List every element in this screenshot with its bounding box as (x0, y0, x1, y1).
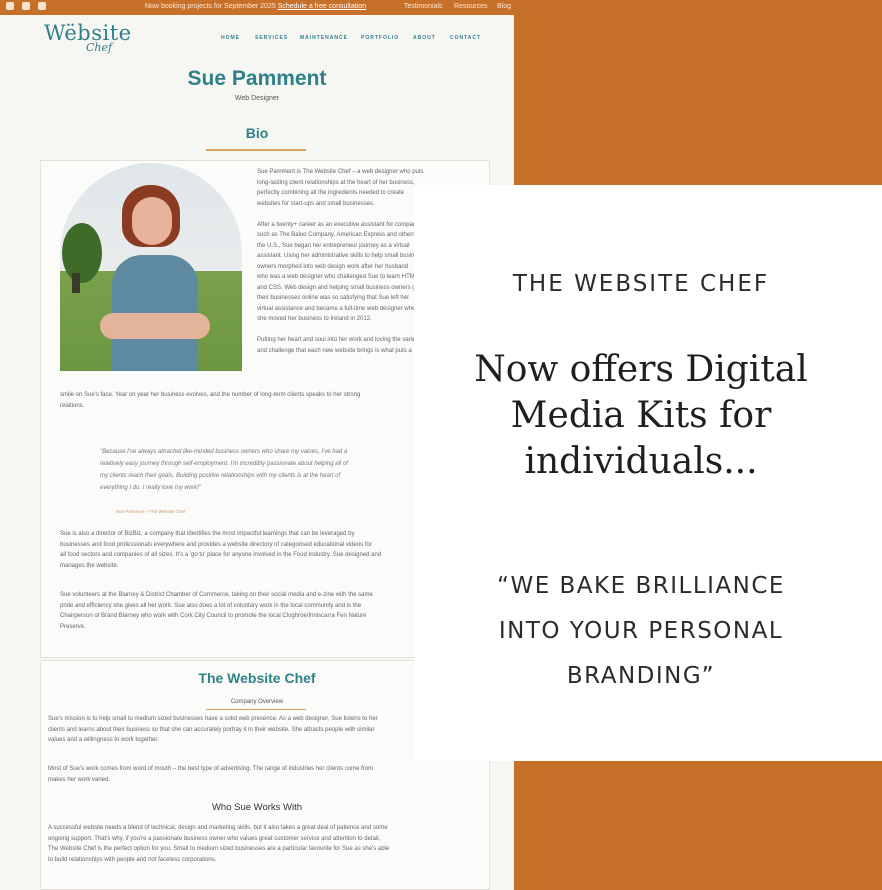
instagram-icon[interactable] (22, 2, 30, 10)
site-header: Wëbsite Chef HOME SERVICES MAINTENANCE P… (0, 15, 514, 55)
nav-maintenance[interactable]: MAINTENANCE (300, 35, 348, 41)
text-line: to build relationships with people and n… (48, 856, 217, 863)
text-line: virtual assistance and became a full-tim… (257, 305, 419, 312)
text-line: and CSS. Web design and helping small bu… (257, 284, 421, 291)
promo-graphic: Now booking projects for September 2025 … (0, 0, 882, 890)
text-line: Putting her heart and soul into her work… (257, 337, 421, 343)
text-line: Most of Sue's work comes from word of mo… (48, 766, 374, 772)
nav-portfolio[interactable]: PORTFOLIO (361, 35, 399, 41)
photo-tree (62, 223, 102, 283)
text-line: assistant. Using her administrative skil… (257, 253, 424, 259)
consultation-link[interactable]: Schedule a free consultation (278, 3, 366, 10)
who-heading: Who Sue Works With (211, 802, 303, 813)
photo-trunk (72, 273, 80, 293)
text-line: owners morphed into web design work afte… (257, 263, 409, 270)
text-line: she moved her business to Ireland in 201… (257, 316, 372, 322)
linkedin-icon[interactable] (38, 2, 46, 10)
text-line: The Website Chef is the perfect option f… (48, 846, 390, 852)
text-line: who was a web designer who challenged Su… (257, 274, 419, 280)
text-line: their businesses online was so satisfyin… (257, 295, 410, 301)
testimonial-quote: "Because I've always attracted like-mind… (100, 446, 430, 494)
card-headline: Now offers Digital Media Kits for indivi… (414, 347, 868, 485)
headline-line: Now offers Digital (474, 349, 808, 390)
nav-about[interactable]: ABOUT (413, 35, 436, 41)
heading-divider (206, 709, 306, 710)
card-tagline: “WE BAKE BRILLIANCE INTO YOUR PERSONAL B… (414, 564, 868, 699)
topbar-link-testimonials[interactable]: Testimonials (404, 0, 443, 13)
quote-line: my clients reach their goals. Building p… (100, 473, 341, 479)
bio-heading: Bio (245, 125, 269, 141)
nav-home[interactable]: HOME (221, 35, 240, 41)
site-logo-sub[interactable]: Chef (86, 41, 112, 54)
text-line: and challenge that each new website brin… (257, 347, 412, 354)
announcement-text: Now booking projects for September 2025 … (145, 0, 366, 13)
text-line: the U.S., Sue began her entrepreneur jou… (257, 242, 410, 249)
quote-line: relatively easy journey through self-emp… (100, 461, 348, 467)
facebook-icon[interactable] (6, 2, 14, 10)
page-title: Sue Pamment (187, 67, 327, 90)
topbar-link-resources[interactable]: Resources (454, 0, 487, 13)
tagline-line: BRANDING” (566, 663, 716, 689)
text-line: such as The Baloo Company, American Expr… (257, 232, 422, 238)
text-line: long-lasting client relationships at the… (257, 179, 415, 186)
profile-photo (60, 163, 242, 371)
nav-contact[interactable]: CONTACT (450, 35, 481, 41)
text-line: Sue Pamment is The Website Chef – a web … (257, 169, 424, 175)
photo-arms (100, 313, 210, 339)
card-brand: THE WEBSITE CHEF (512, 271, 770, 297)
announcement-label: Now booking projects for September 2025 (145, 3, 276, 10)
heading-divider (206, 149, 306, 151)
headline-line: Media Kits for (510, 395, 772, 436)
text-line: ongoing support. That's why, if you're a… (48, 835, 381, 842)
word-of-mouth-paragraph: Most of Sue's work comes from word of mo… (48, 764, 493, 785)
text-line: makes her work varied. (48, 776, 111, 783)
quote-citation: Sue Pamment – The Website Chef (116, 509, 186, 514)
announcement-bar: Now booking projects for September 2025 … (0, 0, 514, 15)
quote-line: "Because I've always attracted like-mind… (100, 449, 348, 455)
headline-line: individuals... (524, 441, 758, 482)
text-line: perfectly combining all the ingredients … (257, 190, 405, 196)
text-line: websites for start-ups and small busines… (257, 200, 375, 207)
page-subtitle: Web Designer (234, 95, 280, 102)
topbar-link-blog[interactable]: Blog (497, 0, 511, 13)
text-line: A successful website needs a blend of te… (48, 825, 388, 831)
tagline-line: INTO YOUR PERSONAL (498, 618, 784, 644)
photo-face (132, 197, 172, 245)
bio-right-text: Sue Pamment is The Website Chef – a web … (257, 167, 432, 356)
nav-services[interactable]: SERVICES (255, 35, 288, 41)
quote-line: everything I do. I really love my work!" (100, 485, 201, 491)
who-paragraph: A successful website needs a blend of te… (48, 823, 493, 865)
text-line: After a twenty+ career as an executive a… (257, 221, 424, 228)
tagline-line: “WE BAKE BRILLIANCE (497, 573, 785, 599)
